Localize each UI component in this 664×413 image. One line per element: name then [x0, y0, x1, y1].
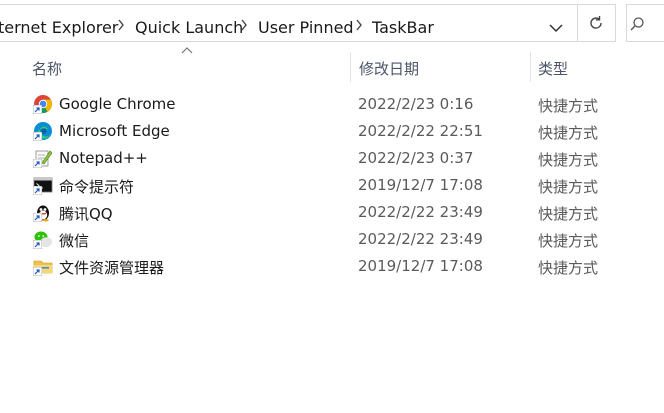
file-name: 腾讯QQ: [59, 205, 113, 223]
column-header-date[interactable]: 修改日期: [359, 58, 419, 79]
refresh-button[interactable]: [578, 4, 616, 42]
file-type: 快捷方式: [538, 178, 599, 196]
file-name: 命令提示符: [59, 178, 135, 196]
column-header-name[interactable]: 名称: [32, 58, 62, 79]
file-date: 2022/2/23 0:16: [358, 95, 474, 113]
notepadpp-icon: [33, 148, 53, 168]
file-type: 快捷方式: [538, 124, 599, 142]
address-bar: ternet Explorer Quick Launch User Pinned…: [0, 0, 664, 46]
file-date: 2022/2/22 23:49: [358, 230, 483, 248]
cmd-icon: [33, 175, 53, 195]
file-type: 快捷方式: [538, 232, 599, 250]
list-item[interactable]: Microsoft Edge 2022/2/22 22:51 快捷方式: [22, 117, 642, 144]
list-item[interactable]: 微信 2022/2/22 23:49 快捷方式: [22, 225, 642, 252]
search-icon: [630, 17, 644, 31]
file-explorer-icon: [33, 256, 53, 276]
file-type: 快捷方式: [538, 205, 599, 223]
file-date: 2022/2/22 22:51: [358, 122, 483, 140]
list-item[interactable]: Notepad++ 2022/2/23 0:37 快捷方式: [22, 144, 642, 171]
file-date: 2022/2/22 23:49: [358, 203, 483, 221]
refresh-icon: [590, 16, 602, 29]
file-name: Microsoft Edge: [59, 122, 170, 140]
file-date: 2019/12/7 17:08: [358, 176, 483, 194]
breadcrumb-separator-icon[interactable]: [355, 18, 363, 36]
column-divider[interactable]: [530, 52, 531, 82]
list-item[interactable]: Google Chrome 2022/2/23 0:16 快捷方式: [22, 90, 642, 117]
file-name: 文件资源管理器: [59, 259, 165, 277]
breadcrumb-separator-icon[interactable]: [240, 18, 248, 36]
edge-icon: [33, 121, 53, 141]
file-type: 快捷方式: [538, 97, 599, 115]
breadcrumb-item-internet-explorer[interactable]: ternet Explorer: [0, 19, 118, 37]
file-date: 2022/2/23 0:37: [358, 149, 474, 167]
chrome-icon: [33, 94, 53, 114]
column-divider[interactable]: [350, 52, 351, 82]
file-date: 2019/12/7 17:08: [358, 257, 483, 275]
breadcrumb-separator-icon[interactable]: [117, 18, 125, 36]
file-name: Google Chrome: [59, 95, 176, 113]
search-input[interactable]: [626, 4, 664, 42]
file-type: 快捷方式: [538, 259, 599, 277]
breadcrumb-item-user-pinned[interactable]: User Pinned: [258, 19, 354, 37]
breadcrumb-item-quick-launch[interactable]: Quick Launch: [135, 19, 243, 37]
file-type: 快捷方式: [538, 151, 599, 169]
column-header: 名称 修改日期 类型: [0, 46, 664, 86]
chevron-down-icon[interactable]: [546, 18, 566, 38]
wechat-icon: [33, 229, 53, 249]
qq-icon: [33, 202, 53, 222]
breadcrumb-item-taskbar[interactable]: TaskBar: [372, 19, 434, 37]
list-item[interactable]: 文件资源管理器 2019/12/7 17:08 快捷方式: [22, 252, 642, 279]
breadcrumb[interactable]: ternet Explorer Quick Launch User Pinned…: [0, 4, 578, 42]
sort-ascending-icon: [181, 47, 193, 54]
list-item[interactable]: 腾讯QQ 2022/2/22 23:49 快捷方式: [22, 198, 642, 225]
file-name: 微信: [59, 232, 90, 250]
file-name: Notepad++: [59, 149, 148, 167]
list-item[interactable]: 命令提示符 2019/12/7 17:08 快捷方式: [22, 171, 642, 198]
column-header-type[interactable]: 类型: [538, 58, 568, 79]
